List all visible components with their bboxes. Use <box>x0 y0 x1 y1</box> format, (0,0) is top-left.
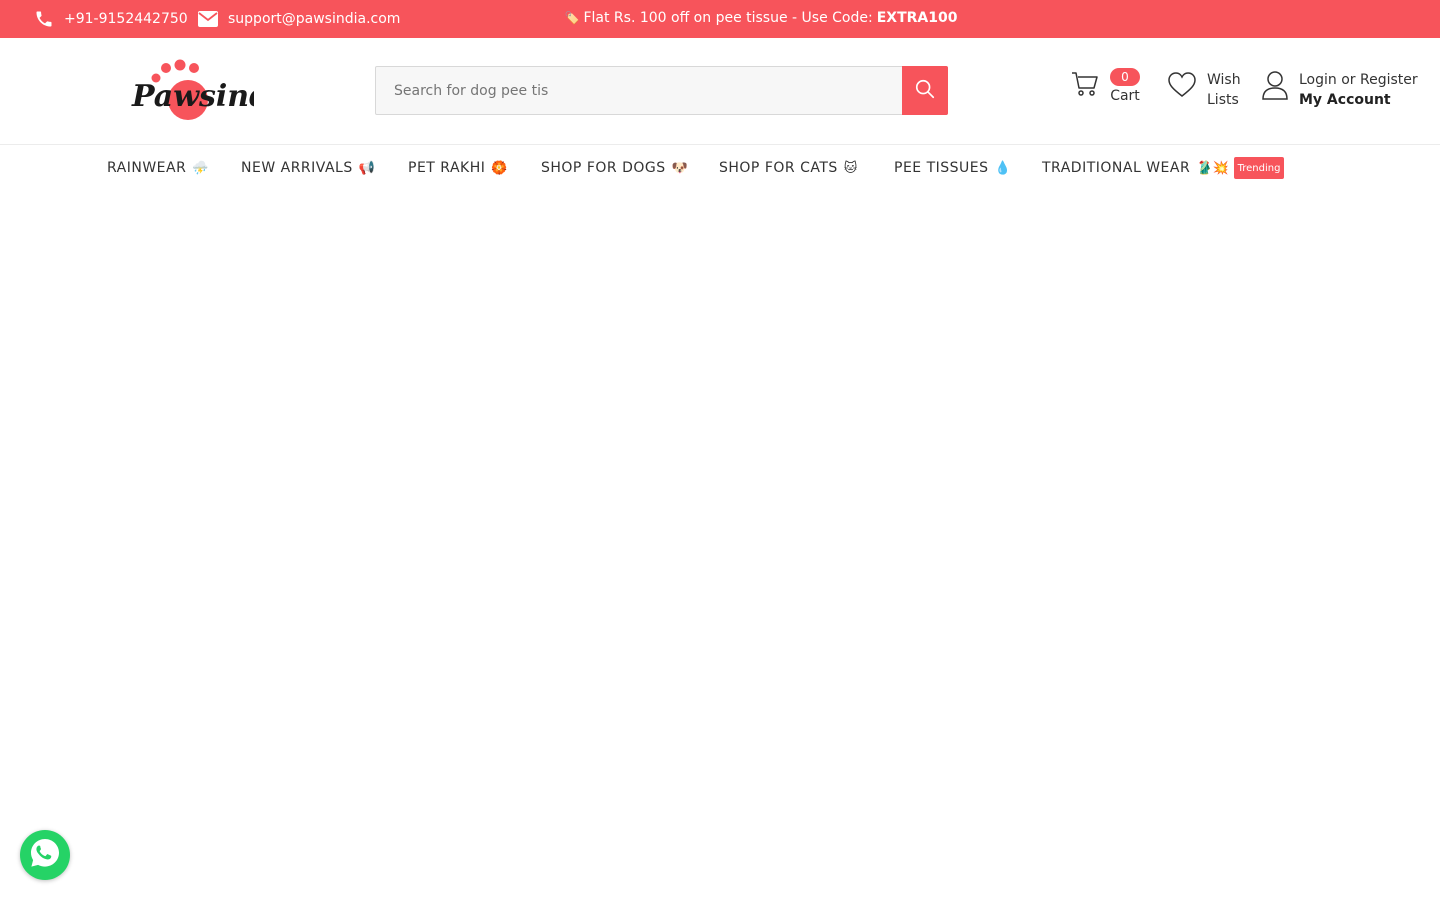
cart-count-badge: 0 <box>1110 68 1140 86</box>
wishlist-link[interactable]: Wish Lists <box>1167 70 1241 110</box>
nav-label: RAINWEAR <box>107 160 187 176</box>
nav-item-new-arrivals[interactable]: NEW ARRIVALS 📢 <box>241 157 375 179</box>
account-area: Login or Register My Account <box>1261 70 1418 110</box>
trending-badge: Trending <box>1233 157 1285 179</box>
nav-label: SHOP FOR DOGS <box>541 160 666 176</box>
search-bar <box>375 66 948 115</box>
megaphone-icon: 📢 <box>358 160 376 176</box>
storm-icon: ⛈️ <box>192 160 210 176</box>
email-contact[interactable]: support@pawsindia.com <box>198 0 400 38</box>
cart-label: Cart <box>1110 88 1140 104</box>
search-icon <box>914 78 936 104</box>
login-link[interactable]: Login <box>1299 72 1337 88</box>
rosette-icon: 🏵️ <box>491 160 509 176</box>
nav-label: PEE TISSUES <box>894 160 989 176</box>
cart-icon <box>1070 68 1100 102</box>
nav-item-traditional-wear[interactable]: TRADITIONAL WEAR 🥻💥 Trending <box>1042 157 1285 179</box>
search-input[interactable] <box>376 67 903 114</box>
site-logo[interactable]: Pawsindia <box>130 58 301 124</box>
main-nav: RAINWEAR ⛈️ NEW ARRIVALS 📢 PET RAKHI 🏵️ … <box>0 146 1440 190</box>
nav-label: NEW ARRIVALS <box>241 160 353 176</box>
nav-label: PET RAKHI <box>408 160 486 176</box>
promo-text: Flat Rs. 100 off on pee tissue - Use Cod… <box>583 10 873 26</box>
nav-label: TRADITIONAL WEAR <box>1042 160 1191 176</box>
nav-item-shop-for-dogs[interactable]: SHOP FOR DOGS 🐶 <box>541 157 688 179</box>
svg-text:Pawsindia: Pawsindia <box>131 79 254 114</box>
dog-icon: 🐶 <box>671 160 689 176</box>
nav-label: SHOP FOR CATS <box>719 160 838 176</box>
user-icon <box>1261 70 1289 104</box>
phone-icon <box>34 9 54 29</box>
search-button[interactable] <box>902 66 948 115</box>
droplet-icon: 💧 <box>994 160 1012 176</box>
heart-icon <box>1167 70 1197 104</box>
sari-icon: 🥻💥 <box>1196 160 1230 176</box>
tag-icon: 🏷️ <box>564 11 580 25</box>
wishlist-label-line1: Wish <box>1207 72 1241 88</box>
phone-number: +91-9152442750 <box>64 11 188 27</box>
envelope-icon <box>198 11 218 27</box>
site-header: Pawsindia 0 Cart Wish Lists <box>0 38 1440 145</box>
nav-item-pee-tissues[interactable]: PEE TISSUES 💧 <box>894 157 1011 179</box>
register-link[interactable]: Register <box>1360 72 1418 88</box>
cart-link[interactable]: 0 Cart <box>1070 68 1140 104</box>
cat-icon: 🐱 <box>843 160 858 176</box>
my-account-link[interactable]: My Account <box>1299 90 1418 110</box>
nav-item-shop-for-cats[interactable]: SHOP FOR CATS 🐱 <box>719 157 858 179</box>
whatsapp-chat-button[interactable] <box>20 830 70 880</box>
promo-code: EXTRA100 <box>876 10 958 26</box>
or-separator: or <box>1341 72 1356 88</box>
whatsapp-icon <box>28 836 62 874</box>
wishlist-label-line2: Lists <box>1207 92 1239 108</box>
email-address: support@pawsindia.com <box>228 11 401 27</box>
nav-item-pet-rakhi[interactable]: PET RAKHI 🏵️ <box>408 157 508 179</box>
phone-contact[interactable]: +91-9152442750 <box>34 0 188 38</box>
nav-item-rainwear[interactable]: RAINWEAR ⛈️ <box>107 157 209 179</box>
top-bar: +91-9152442750 support@pawsindia.com 🏷️ … <box>0 0 1440 38</box>
